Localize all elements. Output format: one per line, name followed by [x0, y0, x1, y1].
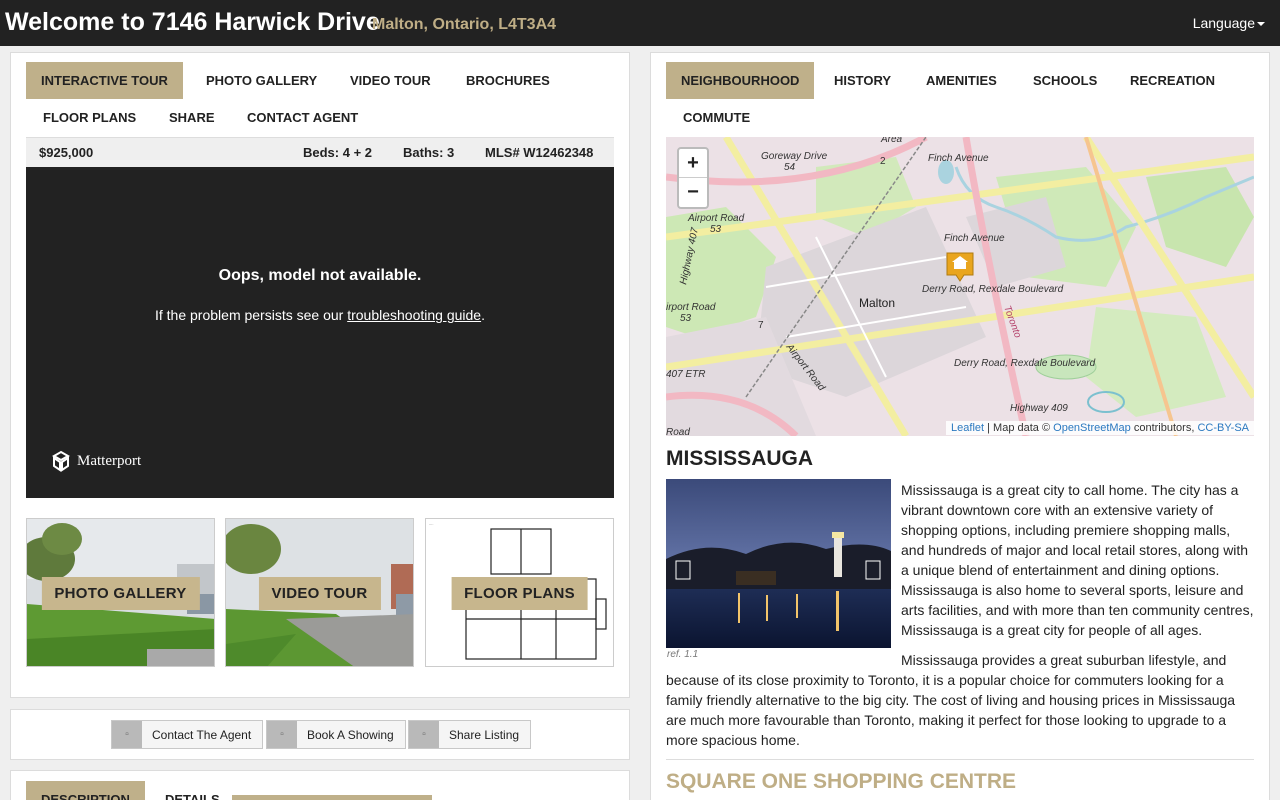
persist-prefix: If the problem persists see our	[155, 307, 348, 323]
map-label-r2: 2	[880, 156, 886, 167]
contact-agent-label: Contact The Agent	[152, 727, 252, 742]
city-photo	[666, 479, 891, 648]
section-divider	[666, 759, 1254, 760]
language-label: Language	[1192, 15, 1255, 31]
map-label-derry1: Derry Road, Rexdale Boulevard	[922, 284, 1064, 295]
envelope-icon: ▫	[112, 721, 142, 748]
map-label-r53b: 53	[680, 313, 692, 324]
osm-link[interactable]: OpenStreetMap	[1053, 422, 1131, 434]
tab-photo-gallery[interactable]: PHOTO GALLERY	[191, 62, 332, 99]
viewer-error-title: Oops, model not available.	[218, 267, 422, 284]
license-link[interactable]: CC-BY-SA	[1197, 422, 1249, 434]
tab-commute[interactable]: COMMUTE	[668, 99, 765, 136]
matterport-viewer[interactable]: Oops, model not available. If the proble…	[26, 167, 614, 498]
map-label-airport53: Airport Road	[687, 213, 745, 224]
map-label-finch1: Finch Avenue	[928, 153, 989, 164]
thumbnail-label-video-tour: VIDEO TOUR	[258, 577, 381, 610]
city-description-2: Mississauga provides a great suburban li…	[666, 652, 1236, 748]
matterport-logo: Matterport	[50, 450, 141, 472]
thumbnail-video-tour[interactable]: VIDEO TOUR	[225, 518, 414, 667]
map-label-r53: 53	[710, 224, 722, 235]
tab-recreation[interactable]: RECREATION	[1115, 62, 1230, 99]
map-label-r7: 7	[758, 320, 764, 331]
thumbnail-label-floor-plans: FLOOR PLANS	[451, 577, 588, 610]
map-attribution: Leaflet | Map data © OpenStreetMap contr…	[946, 421, 1254, 435]
thumbnail-label-photo-gallery: PHOTO GALLERY	[41, 577, 200, 610]
map-label-malton: Malton	[859, 296, 895, 310]
map-label-hw409: Highway 409	[1010, 403, 1068, 414]
page-subtitle: Malton, Ontario, L4T3A4	[372, 16, 557, 33]
tab-video-tour[interactable]: VIDEO TOUR	[335, 62, 446, 99]
thumbnail-photo-gallery[interactable]: PHOTO GALLERY	[26, 518, 215, 667]
page-title: Welcome to 7146 Harwick Drive	[5, 8, 380, 36]
tab-history[interactable]: HISTORY	[819, 62, 906, 99]
tab-contact-agent[interactable]: CONTACT AGENT	[232, 99, 373, 136]
matterport-logo-icon	[51, 450, 71, 472]
map-label-derry2: Derry Road, Rexdale Boulevard	[954, 358, 1096, 369]
zoom-in-button[interactable]: +	[679, 149, 707, 178]
attrib-sep1: | Map data ©	[984, 422, 1054, 434]
city-description-1: Mississauga is a great city to call home…	[901, 482, 1254, 638]
map-label-r54: 54	[784, 162, 796, 173]
map-tiles: Goreway Drive 54 2 Finch Avenue Area Air…	[666, 137, 1254, 436]
tab-floor-plans[interactable]: FLOOR PLANS	[28, 99, 151, 136]
svg-text:....: ....	[429, 521, 433, 526]
tab-schools[interactable]: SCHOOLS	[1018, 62, 1112, 99]
calendar-icon: ▫	[267, 721, 297, 748]
tab-neighbourhood[interactable]: NEIGHBOURHOOD	[666, 62, 815, 99]
listing-baths: Baths: 3	[403, 145, 455, 160]
attrib-sep2: contributors,	[1130, 422, 1198, 434]
lighthouse-night-photo	[666, 479, 891, 648]
tab-brochures[interactable]: BROCHURES	[451, 62, 565, 99]
caret-down-icon	[1257, 22, 1265, 27]
map-label-finch2: Finch Avenue	[944, 233, 1005, 244]
map-label-road: Road	[666, 427, 690, 436]
leaflet-link[interactable]: Leaflet	[951, 422, 984, 434]
persist-suffix: .	[481, 307, 485, 323]
tab-interactive-tour[interactable]: INTERACTIVE TOUR	[26, 62, 183, 99]
map-label-airportrd: irport Road	[666, 302, 716, 313]
tab-details[interactable]: DETAILS	[150, 781, 235, 800]
tab-amenities[interactable]: AMENITIES	[911, 62, 1012, 99]
share-listing-button[interactable]: ▫ Share Listing	[408, 720, 532, 749]
share-listing-label: Share Listing	[449, 727, 520, 742]
viewer-error-message: If the problem persists see our troubles…	[26, 307, 614, 323]
listing-mls: MLS# W12462348	[485, 145, 594, 160]
map-label-area: Area	[880, 137, 903, 145]
tab-description[interactable]: DESCRIPTION	[26, 781, 145, 800]
contact-agent-button[interactable]: ▫ Contact The Agent	[111, 720, 264, 749]
zoom-out-button[interactable]: −	[679, 178, 707, 207]
city-heading: MISSISSAUGA	[666, 447, 814, 470]
map-label-goreway: Goreway Drive	[761, 151, 828, 162]
map-label-etr: 407 ETR	[666, 369, 705, 380]
language-dropdown[interactable]: Language	[1193, 15, 1265, 31]
listing-info-bar: $925,000 Beds: 4 + 2 Baths: 3 MLS# W1246…	[26, 137, 614, 167]
neighbourhood-map[interactable]: Goreway Drive 54 2 Finch Avenue Area Air…	[666, 137, 1254, 436]
square-one-heading: SQUARE ONE SHOPPING CENTRE	[666, 770, 1017, 793]
listing-price: $925,000	[39, 145, 94, 160]
details-tooltip-arrow	[232, 795, 432, 800]
book-showing-button[interactable]: ▫ Book A Showing	[266, 720, 406, 749]
share-icon: ▫	[409, 721, 439, 748]
troubleshooting-guide-link[interactable]: troubleshooting guide	[347, 307, 481, 323]
top-header: Welcome to 7146 Harwick Drive Malton, On…	[0, 0, 1280, 46]
listing-beds: Beds: 4 + 2	[303, 145, 373, 160]
book-showing-label: Book A Showing	[307, 727, 394, 742]
map-zoom-control: + −	[677, 147, 709, 209]
thumbnail-floor-plans[interactable]: .... FLOOR PLANS	[425, 518, 614, 667]
tab-share[interactable]: SHARE	[154, 99, 230, 136]
matterport-logo-text: Matterport	[77, 452, 142, 469]
